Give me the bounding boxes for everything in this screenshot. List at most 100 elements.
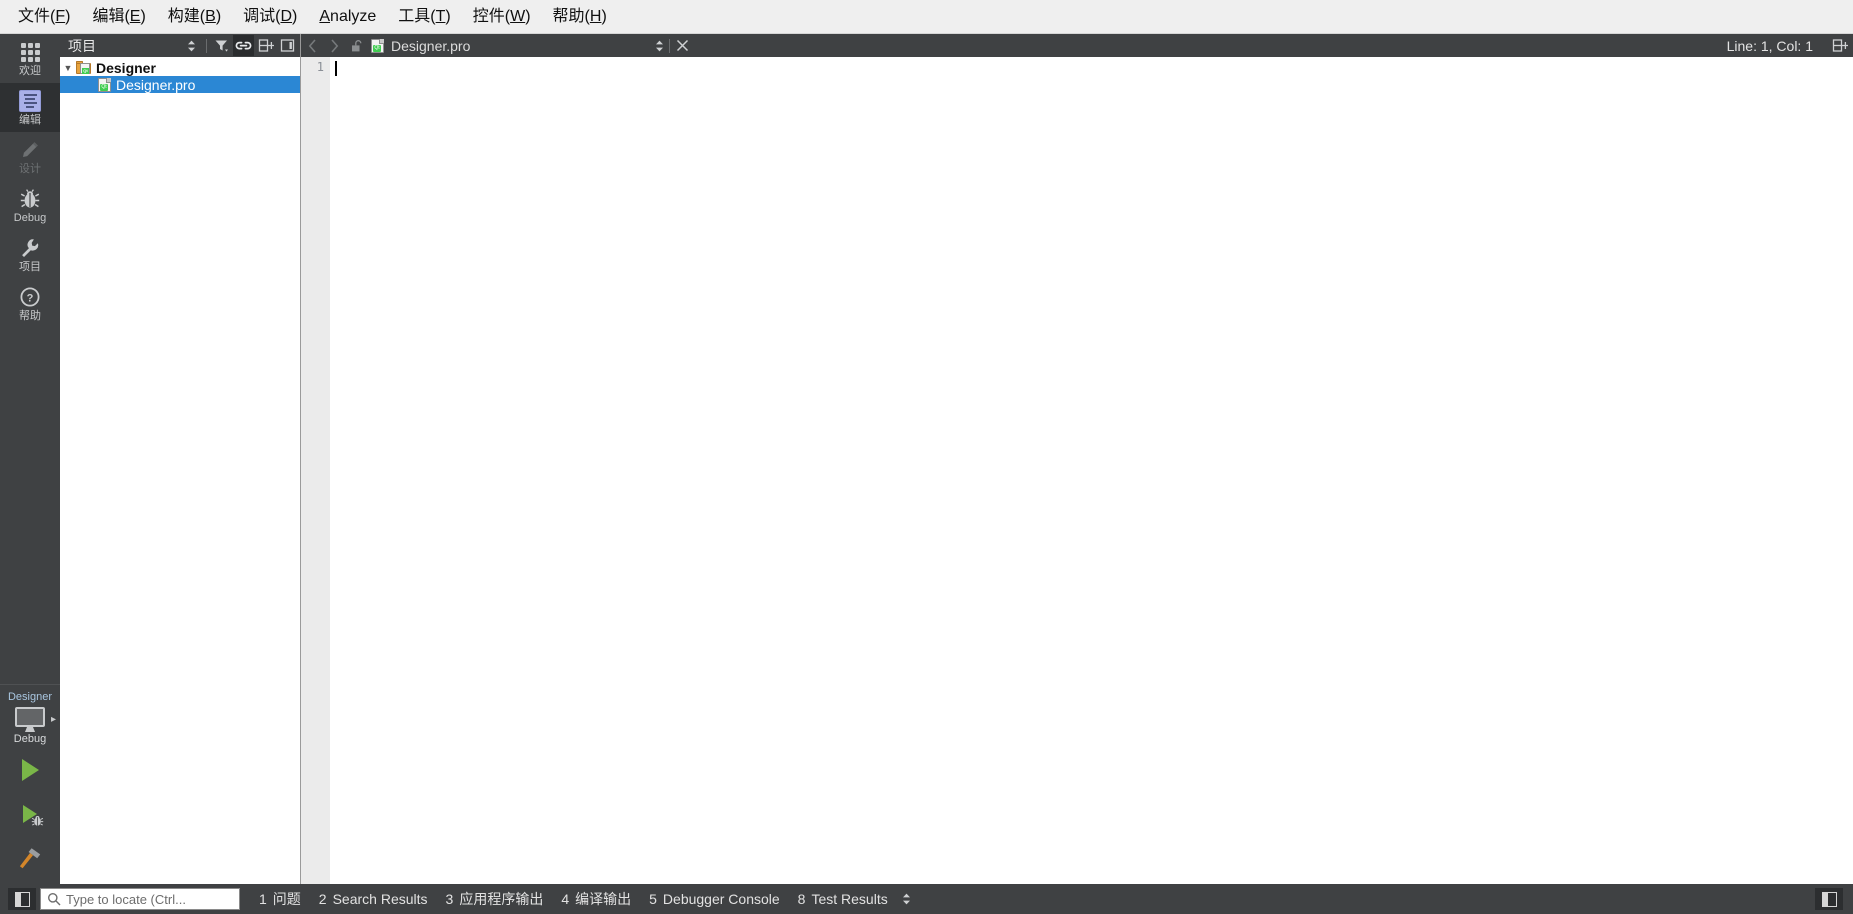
tree-label-project-root: Designer: [96, 59, 156, 76]
output-tab-test-results[interactable]: 8 Test Results: [789, 888, 897, 910]
kit-selector[interactable]: Designer ▸ Debug: [0, 684, 60, 748]
tree-label-project-file: Designer.pro: [116, 76, 196, 93]
view-selector-button[interactable]: [181, 35, 202, 56]
line-number: 1: [316, 60, 324, 74]
output-tab-compile-output[interactable]: 4 编译输出: [552, 886, 640, 912]
tree-row-project-root[interactable]: ▼ Qt Designer: [60, 59, 300, 76]
close-panel-button[interactable]: [277, 35, 298, 56]
grid-icon: [20, 40, 40, 64]
editor-tab-selector-button[interactable]: [650, 39, 669, 53]
menu-item-widgets[interactable]: 控件(W): [463, 4, 541, 30]
output-tab-number: 3: [445, 891, 454, 907]
output-tab-label: Debugger Console: [662, 891, 780, 907]
hammer-icon: [19, 848, 41, 869]
chevron-right-icon: ▸: [50, 714, 56, 725]
menu-item-tools[interactable]: 工具(T): [388, 4, 460, 30]
mode-button-welcome[interactable]: 欢迎: [0, 34, 60, 83]
kit-icon-row: ▸: [0, 704, 60, 732]
updown-stepper-icon: [188, 40, 195, 51]
qt-pro-file-icon: Qt: [98, 77, 111, 92]
filter-tree-button[interactable]: [211, 35, 232, 56]
mode-button-projects[interactable]: 项目: [0, 230, 60, 279]
sidebar-icon: [14, 891, 30, 907]
wrench-icon: [19, 236, 41, 260]
run-button[interactable]: [0, 748, 60, 792]
start-debugging-button[interactable]: [0, 792, 60, 836]
mode-buttons: 欢迎 编辑 设计 Debug 项目 ? 帮助: [0, 34, 60, 328]
output-tab-label: Search Results: [332, 891, 428, 907]
filter-icon: [215, 40, 228, 52]
menu-item-file[interactable]: 文件(F): [8, 4, 80, 30]
play-bug-icon: [23, 805, 44, 826]
toggle-right-sidebar-button[interactable]: [1815, 888, 1843, 910]
code-editor[interactable]: 1: [301, 57, 1853, 884]
split-add-icon: [258, 39, 274, 52]
mode-label-welcome: 欢迎: [19, 65, 41, 77]
mode-label-projects: 项目: [19, 261, 41, 273]
mode-button-debug[interactable]: Debug: [0, 181, 60, 230]
locator-input[interactable]: Type to locate (Ctrl...: [40, 888, 240, 910]
tree-row-project-file[interactable]: Qt Designer.pro: [60, 76, 300, 93]
output-tab-issues[interactable]: 1 问题: [250, 886, 310, 912]
menu-item-edit[interactable]: 编辑(E): [82, 4, 155, 30]
code-surface[interactable]: [331, 57, 1853, 884]
editor-tab-filename: Designer.pro: [391, 37, 471, 54]
menu-item-help[interactable]: 帮助(H): [543, 4, 617, 30]
menu-item-analyze[interactable]: Analyze: [309, 4, 386, 30]
mode-selector-rail: 欢迎 编辑 设计 Debug 项目 ? 帮助 Designer ▸ Debug: [0, 34, 60, 884]
sync-selection-button[interactable]: [233, 35, 254, 56]
menu-item-debug[interactable]: 调试(D): [233, 4, 307, 30]
qt-creator-window: 文件(F) 编辑(E) 构建(B) 调试(D) Analyze 工具(T) 控件…: [0, 0, 1853, 914]
close-editor-button[interactable]: [670, 39, 694, 52]
output-tab-number: 5: [649, 891, 657, 907]
menu-item-build[interactable]: 构建(B): [158, 4, 231, 30]
updown-stepper-icon: [656, 40, 664, 51]
statusbar: Type to locate (Ctrl... 1 问题 2 Search Re…: [0, 884, 1853, 914]
build-button[interactable]: [0, 836, 60, 880]
project-tree[interactable]: ▼ Qt Designer Qt Designer.pro: [60, 57, 300, 884]
sidebar-icon: [1821, 891, 1837, 907]
chevron-down-icon[interactable]: ▼: [60, 63, 76, 73]
project-panel-title: 项目: [68, 37, 96, 54]
chevron-left-icon: [308, 38, 316, 53]
toggle-left-sidebar-button[interactable]: [8, 888, 36, 910]
split-add-button[interactable]: [255, 35, 276, 56]
output-tab-label: 应用程序输出: [459, 891, 544, 907]
editor-tab-designer-pro[interactable]: Qt Designer.pro: [369, 38, 470, 54]
output-tab-application-output[interactable]: 3 应用程序输出: [437, 886, 553, 912]
output-tab-debugger-console[interactable]: 5 Debugger Console: [640, 888, 789, 910]
nav-forward-button[interactable]: [323, 34, 345, 57]
search-icon: [48, 893, 61, 906]
output-tab-search-results[interactable]: 2 Search Results: [310, 888, 437, 910]
bug-icon: [19, 187, 41, 211]
link-icon: [235, 41, 252, 50]
pencil-icon: [19, 138, 41, 162]
split-editor-button[interactable]: [1827, 38, 1853, 53]
split-add-icon: [1832, 39, 1848, 52]
output-tab-label: 问题: [272, 891, 301, 907]
play-icon: [21, 759, 39, 781]
mode-label-debug: Debug: [13, 212, 47, 224]
cursor-position-label: Line: 1, Col: 1: [1726, 37, 1813, 54]
output-pane-tabs: 1 问题 2 Search Results 3 应用程序输出 4 编译输出 5 …: [250, 886, 912, 912]
updown-stepper-icon: [902, 893, 910, 905]
mode-button-help[interactable]: ? 帮助: [0, 279, 60, 328]
kit-build-config: Debug: [13, 733, 47, 745]
mode-button-edit[interactable]: 编辑: [0, 83, 60, 132]
output-tab-number: 1: [259, 891, 267, 907]
editor-area: Qt Designer.pro Line: 1, Col: 1 1: [301, 34, 1853, 884]
qt-project-folder-icon: Qt: [76, 60, 91, 75]
mode-button-design[interactable]: 设计: [0, 132, 60, 181]
editor-icon: [19, 89, 41, 113]
output-tab-label: 编译输出: [575, 891, 632, 907]
mode-label-help: 帮助: [19, 310, 41, 322]
toolbar-divider: [206, 38, 207, 53]
nav-back-button[interactable]: [301, 34, 323, 57]
locator-placeholder: Type to locate (Ctrl...: [66, 891, 186, 907]
output-pane-selector-button[interactable]: [897, 892, 912, 906]
output-tab-label: Test Results: [811, 891, 888, 907]
monitor-icon: [15, 707, 45, 732]
bug-badge-icon: [31, 816, 44, 826]
lock-editor-button[interactable]: [345, 39, 369, 53]
kit-project-name: Designer: [7, 691, 53, 703]
